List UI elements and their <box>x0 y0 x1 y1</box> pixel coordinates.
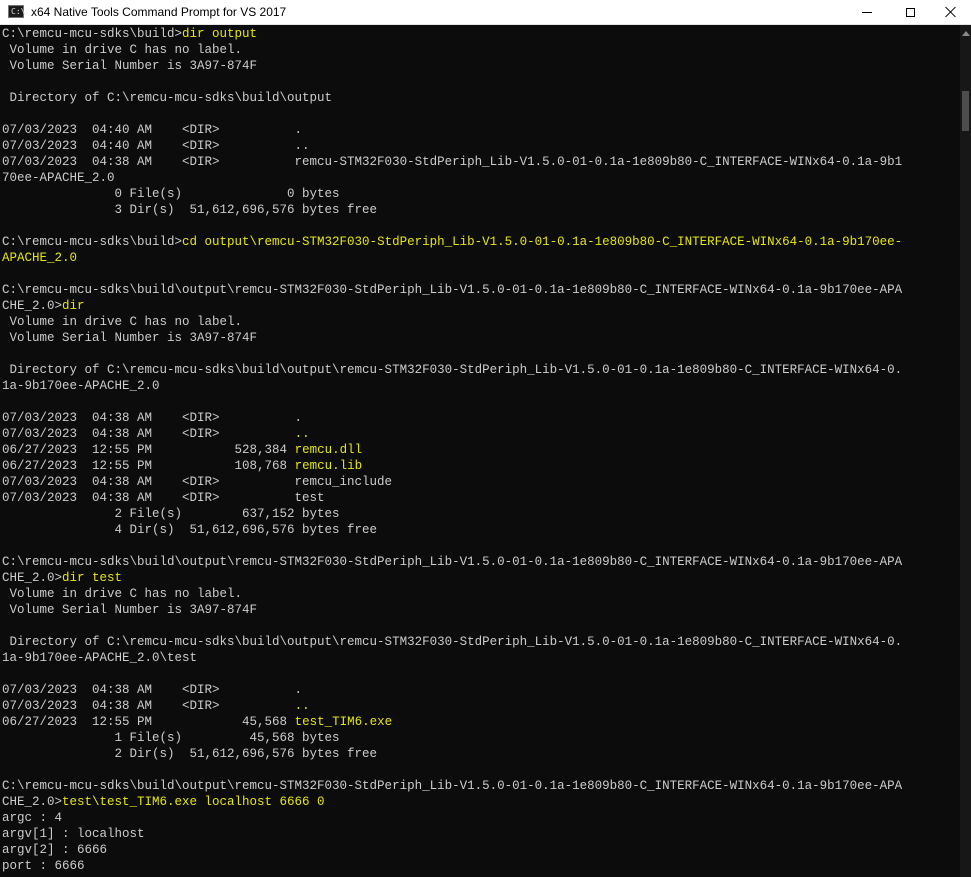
console-line: 3 Dir(s) 51,612,696,576 bytes free <box>2 203 378 217</box>
console-line: 06/27/2023 12:55 PM 528,384 remcu.dll <box>2 442 960 458</box>
scroll-thumb[interactable] <box>962 91 969 131</box>
maximize-icon <box>905 7 915 17</box>
console-line: 07/03/2023 04:38 AM <DIR> remcu_include <box>2 475 393 489</box>
console-line: 06/27/2023 12:55 PM 45,568 test_TIM6.exe <box>2 714 960 730</box>
console-line: CHE_2.0>dir <box>2 298 960 314</box>
console-line: 06/27/2023 12:55 PM 108,768 remcu.lib <box>2 458 960 474</box>
console-line: 2 Dir(s) 51,612,696,576 bytes free <box>2 747 378 761</box>
prompt-text: CHE_2.0> <box>2 795 63 809</box>
command-text: APACHE_2.0 <box>2 251 78 265</box>
console-line: APACHE_2.0 <box>2 250 960 266</box>
prompt-text: 07/03/2023 04:38 AM <DIR> <box>2 427 295 441</box>
console-line: 07/03/2023 04:38 AM <DIR> . <box>2 683 303 697</box>
prompt-text: C:\remcu-mcu-sdks\build> <box>2 235 183 249</box>
console-line: 0 File(s) 0 bytes <box>2 187 340 201</box>
command-text: remcu.dll <box>294 443 363 457</box>
console-line: 07/03/2023 04:40 AM <DIR> .. <box>2 139 310 153</box>
scroll-up-icon[interactable] <box>962 31 970 36</box>
console-line: Directory of C:\remcu-mcu-sdks\build\out… <box>2 91 333 105</box>
console-line: Directory of C:\remcu-mcu-sdks\build\out… <box>2 363 903 377</box>
command-text: test\test_TIM6.exe localhost 6666 0 <box>62 795 325 809</box>
console-line: port : 6666 <box>2 859 85 873</box>
console-line: C:\remcu-mcu-sdks\build\output\remcu-STM… <box>2 555 903 569</box>
terminal-icon: C:\ <box>8 5 26 18</box>
console-line: CHE_2.0>dir test <box>2 570 960 586</box>
terminal-icon-glyph: C:\ <box>11 7 26 16</box>
console-line: Directory of C:\remcu-mcu-sdks\build\out… <box>2 635 903 649</box>
console-line: 07/03/2023 04:40 AM <DIR> . <box>2 123 303 137</box>
console-line: argc : 4 <box>2 811 63 825</box>
command-text: dir test <box>62 571 123 585</box>
command-text: cd output\remcu-STM32F030-StdPeriph_Lib-… <box>182 235 903 249</box>
console-line: 1a-9b170ee-APACHE_2.0 <box>2 379 160 393</box>
console-output[interactable]: C:\remcu-mcu-sdks\build>dir output Volum… <box>2 26 960 877</box>
prompt-text: 06/27/2023 12:55 PM 528,384 <box>2 443 295 457</box>
console-line: 07/03/2023 04:38 AM <DIR> remcu-STM32F03… <box>2 155 903 169</box>
console-line: C:\remcu-mcu-sdks\build>dir output <box>2 26 960 42</box>
prompt-text: CHE_2.0> <box>2 571 63 585</box>
close-button[interactable] <box>930 0 971 24</box>
command-text: test_TIM6.exe <box>294 715 393 729</box>
console-line: 07/03/2023 04:38 AM <DIR> .. <box>2 698 960 714</box>
title-bar[interactable]: C:\ x64 Native Tools Command Prompt for … <box>0 0 971 25</box>
prompt-text: CHE_2.0> <box>2 299 63 313</box>
maximize-button[interactable] <box>887 0 933 24</box>
console-line: argv[2] : 6666 <box>2 843 108 857</box>
command-text: .. <box>294 699 310 713</box>
vertical-scrollbar[interactable] <box>960 25 971 877</box>
console-line: 1a-9b170ee-APACHE_2.0\test <box>2 651 198 665</box>
console-line: C:\remcu-mcu-sdks\build\output\remcu-STM… <box>2 779 903 793</box>
console-line: 07/03/2023 04:38 AM <DIR> test <box>2 491 325 505</box>
console-line: Volume Serial Number is 3A97-874F <box>2 59 258 73</box>
prompt-text: C:\remcu-mcu-sdks\build> <box>2 27 183 41</box>
console-line: 4 Dir(s) 51,612,696,576 bytes free <box>2 523 378 537</box>
command-text: .. <box>294 427 310 441</box>
window-title: x64 Native Tools Command Prompt for VS 2… <box>31 5 287 19</box>
console-line: 70ee-APACHE_2.0 <box>2 171 115 185</box>
prompt-text: 06/27/2023 12:55 PM 108,768 <box>2 459 295 473</box>
console-line: Volume in drive C has no label. <box>2 315 243 329</box>
console-line: C:\remcu-mcu-sdks\build\output\remcu-STM… <box>2 283 903 297</box>
console-line: 07/03/2023 04:38 AM <DIR> . <box>2 411 303 425</box>
command-text: dir <box>62 299 85 313</box>
console-line: C:\remcu-mcu-sdks\build>cd output\remcu-… <box>2 234 960 250</box>
command-text: dir output <box>182 27 258 41</box>
minimize-button[interactable] <box>844 0 890 24</box>
console-line: 1 File(s) 45,568 bytes <box>2 731 340 745</box>
terminal-window: C:\ x64 Native Tools Command Prompt for … <box>0 0 971 877</box>
console-line: Volume in drive C has no label. <box>2 43 243 57</box>
prompt-text: 06/27/2023 12:55 PM 45,568 <box>2 715 295 729</box>
console-line: 07/03/2023 04:38 AM <DIR> .. <box>2 426 960 442</box>
console-line: CHE_2.0>test\test_TIM6.exe localhost 666… <box>2 794 960 810</box>
console-line: Volume in drive C has no label. <box>2 587 243 601</box>
console-line: 2 File(s) 637,152 bytes <box>2 507 340 521</box>
console-line: Volume Serial Number is 3A97-874F <box>2 331 258 345</box>
console-line: argv[1] : localhost <box>2 827 145 841</box>
minimize-icon <box>862 11 872 13</box>
command-text: remcu.lib <box>294 459 363 473</box>
prompt-text: 07/03/2023 04:38 AM <DIR> <box>2 699 295 713</box>
close-icon <box>945 6 957 18</box>
console-line: Volume Serial Number is 3A97-874F <box>2 603 258 617</box>
